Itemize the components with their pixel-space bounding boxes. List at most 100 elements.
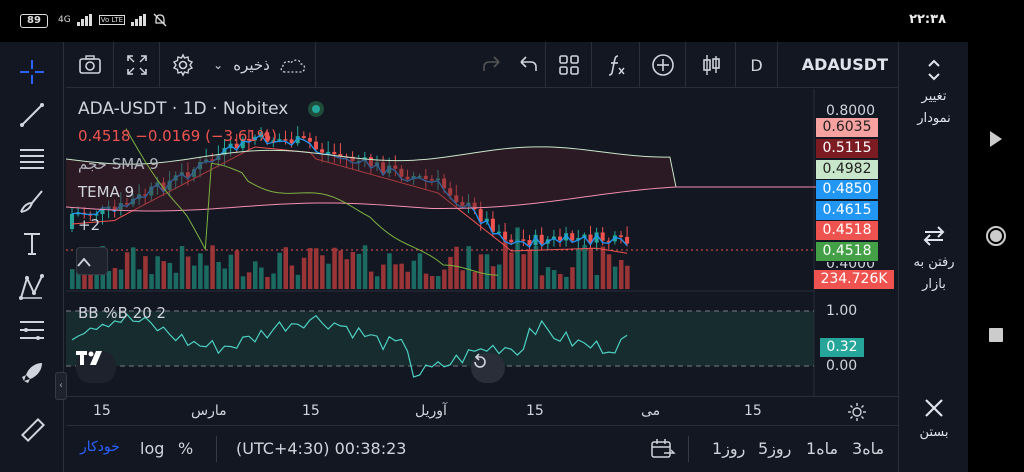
candle-body xyxy=(320,149,325,153)
ruler-tool[interactable] xyxy=(14,412,50,448)
grid-icon xyxy=(558,55,579,75)
volume-bar xyxy=(454,246,459,289)
undo-button[interactable] xyxy=(510,42,546,88)
go-to-market-button[interactable]: رفتن به بازار xyxy=(899,226,969,296)
volume-bar xyxy=(118,269,124,289)
ruler-icon xyxy=(20,417,46,443)
nav-back-button[interactable] xyxy=(968,124,1024,154)
volume-bar xyxy=(295,274,301,289)
tv-logo-icon xyxy=(76,351,102,365)
fullscreen-button[interactable] xyxy=(114,42,160,88)
candle-body xyxy=(283,139,288,141)
calendar-goto-icon[interactable] xyxy=(650,438,676,460)
date-label: 15 xyxy=(93,403,111,419)
collapse-legend-button[interactable] xyxy=(76,247,108,275)
indicators-button[interactable] xyxy=(592,42,640,88)
volume-bar xyxy=(143,256,148,289)
volume-bar xyxy=(155,256,160,289)
volume-bar xyxy=(411,260,417,289)
log-scale-button[interactable]: log xyxy=(140,439,164,458)
drawing-toolbar: ‹ xyxy=(0,42,67,472)
volume-bar xyxy=(106,270,112,289)
signal-icon xyxy=(76,14,92,26)
range-5d[interactable]: 5روز xyxy=(758,439,791,458)
symbol-label[interactable]: ADAUSDT xyxy=(802,55,888,74)
brush-tool[interactable] xyxy=(14,183,50,219)
volume-bar xyxy=(173,272,179,289)
time-axis[interactable]: 15 مارس 15 آوریل 15 می 15 xyxy=(66,396,898,426)
range-1d[interactable]: 1روز xyxy=(712,439,745,458)
rocket-tool[interactable] xyxy=(14,355,50,391)
settings-button[interactable] xyxy=(160,42,206,88)
market-label-1: رفتن به xyxy=(913,255,955,270)
date-label: 15 xyxy=(744,403,762,419)
volume-bar xyxy=(192,265,197,289)
screenshot-button[interactable] xyxy=(66,42,114,88)
market-label-2: بازار xyxy=(922,277,946,292)
bottom-toolbar: خودکار log % (UTC+4:30) 00:38:23 1روز 5ر… xyxy=(66,426,898,472)
measure-tool[interactable] xyxy=(14,312,50,348)
chart-type-switch[interactable]: تغییر نمودار xyxy=(899,58,969,128)
candle-body xyxy=(332,151,337,155)
volume-bar xyxy=(612,266,618,289)
volume-bar xyxy=(204,265,209,289)
volume-bar xyxy=(314,248,319,289)
text-tool[interactable] xyxy=(14,226,50,262)
timezone-clock[interactable]: (UTC+4:30) 00:38:23 xyxy=(236,439,406,458)
price-scale-cut: 0.4000 xyxy=(826,262,875,271)
candle-body xyxy=(307,138,312,142)
volume-bar xyxy=(271,273,276,289)
timeframe-button[interactable]: D xyxy=(736,42,778,88)
auto-scale-button[interactable]: خودکار xyxy=(80,439,120,455)
crosshair-tool[interactable] xyxy=(14,54,50,90)
more-indicators[interactable]: +2 xyxy=(78,216,100,234)
add-button[interactable] xyxy=(640,42,686,88)
volume-bar xyxy=(338,250,343,289)
chart-type-button[interactable] xyxy=(686,42,736,88)
volume-bar xyxy=(277,252,282,289)
volume-bar xyxy=(539,275,545,289)
price-tag: 0.4982 xyxy=(816,160,878,179)
indicator-volume-sma[interactable]: حجم SMA 9 xyxy=(78,155,159,173)
range-1m[interactable]: 1ماه xyxy=(806,439,838,458)
price-tag: 0.4850 xyxy=(816,180,878,199)
volume-bar xyxy=(307,248,313,289)
volume-bar xyxy=(472,271,478,289)
network-type: 4G xyxy=(58,15,71,25)
volume-bar xyxy=(497,264,502,289)
nav-home-button[interactable] xyxy=(968,220,1024,252)
trend-line-icon xyxy=(20,103,44,127)
volume-bar xyxy=(240,276,246,289)
text-icon xyxy=(24,233,40,255)
volume-bar xyxy=(301,257,307,289)
trend-line-tool[interactable] xyxy=(14,97,50,133)
nav-recents-button[interactable] xyxy=(968,320,1024,350)
candle-body xyxy=(509,239,514,243)
close-button[interactable]: بستن xyxy=(899,394,969,450)
circle-home-icon xyxy=(986,226,1006,246)
date-label: مارس xyxy=(191,403,227,419)
indicator-bb-percent[interactable]: BB %B 20 2 xyxy=(78,304,166,322)
fib-tool[interactable] xyxy=(14,140,50,176)
redo-button[interactable] xyxy=(474,42,510,88)
candles-icon xyxy=(702,55,720,75)
candle-body xyxy=(570,233,575,241)
date-label: آوریل xyxy=(415,403,447,419)
volume-bar xyxy=(283,247,288,289)
pattern-tool[interactable] xyxy=(14,269,50,305)
reset-chart-button[interactable] xyxy=(471,353,505,383)
volume-bar xyxy=(265,276,270,289)
save-layout-button[interactable]: ⌄ ذخیره xyxy=(206,42,316,88)
volume-bar xyxy=(423,273,429,289)
volume-bar xyxy=(326,263,331,289)
range-3m[interactable]: 3ماه xyxy=(852,439,884,458)
indicator-tema[interactable]: TEMA 9 xyxy=(78,183,134,201)
layout-button[interactable] xyxy=(546,42,592,88)
chart-pane[interactable]: ADA-USDT · 1D · Nobitex 0.4518 −0.0169 (… xyxy=(66,89,898,396)
divider xyxy=(688,436,689,462)
sun-icon[interactable] xyxy=(847,402,867,422)
percent-scale-button[interactable]: % xyxy=(178,439,193,458)
fib-lines-icon xyxy=(20,149,44,169)
volume-bar xyxy=(600,246,606,289)
volume-tag: 234.726K xyxy=(814,270,894,289)
